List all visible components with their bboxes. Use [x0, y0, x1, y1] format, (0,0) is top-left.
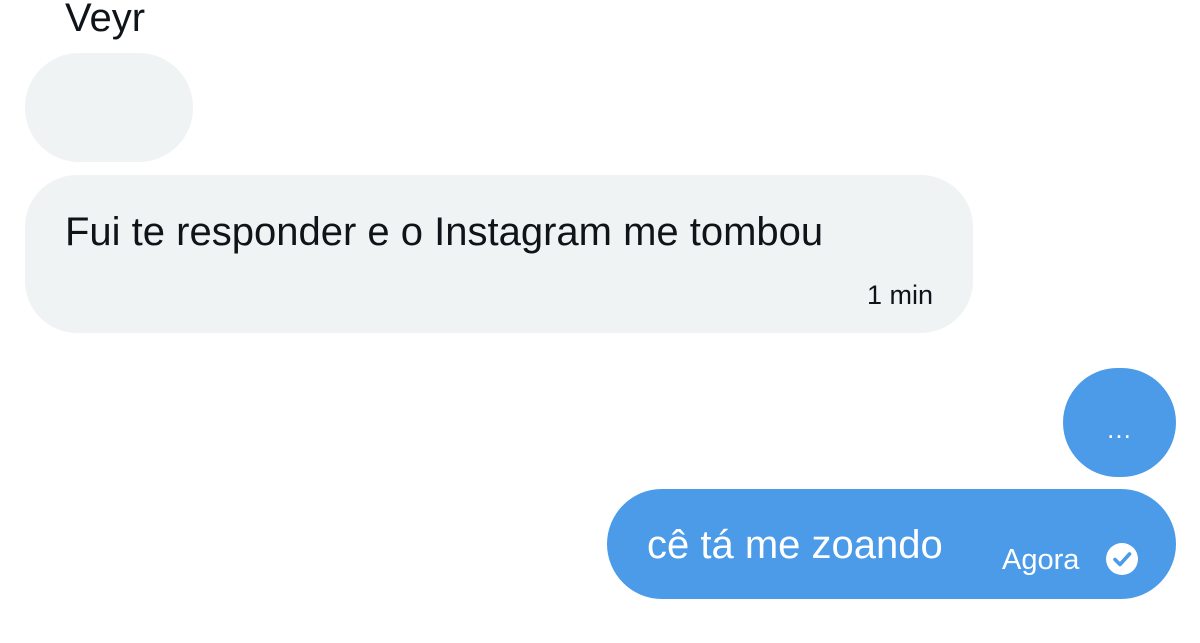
message-text: Fui te responder e o Instagram me tombou	[65, 210, 824, 254]
message-text: cê tá me zoando	[647, 523, 943, 567]
message-timestamp: 1 min	[866, 280, 933, 310]
outgoing-message-bubble[interactable]: ...	[1063, 368, 1176, 477]
message-timestamp: Agora	[1002, 544, 1080, 576]
conversation-thread: Veyr Fui te responder e o Instagram me t…	[0, 0, 1200, 643]
message-text: Veyr	[65, 0, 146, 40]
incoming-message-bubble[interactable]: Veyr	[25, 0, 193, 162]
message-text: ...	[1107, 414, 1132, 444]
incoming-message-bubble[interactable]: Fui te responder e o Instagram me tombou…	[25, 175, 973, 333]
sent-check-icon	[1106, 543, 1138, 575]
outgoing-message-bubble[interactable]: cê tá me zoando Agora	[607, 489, 1176, 599]
